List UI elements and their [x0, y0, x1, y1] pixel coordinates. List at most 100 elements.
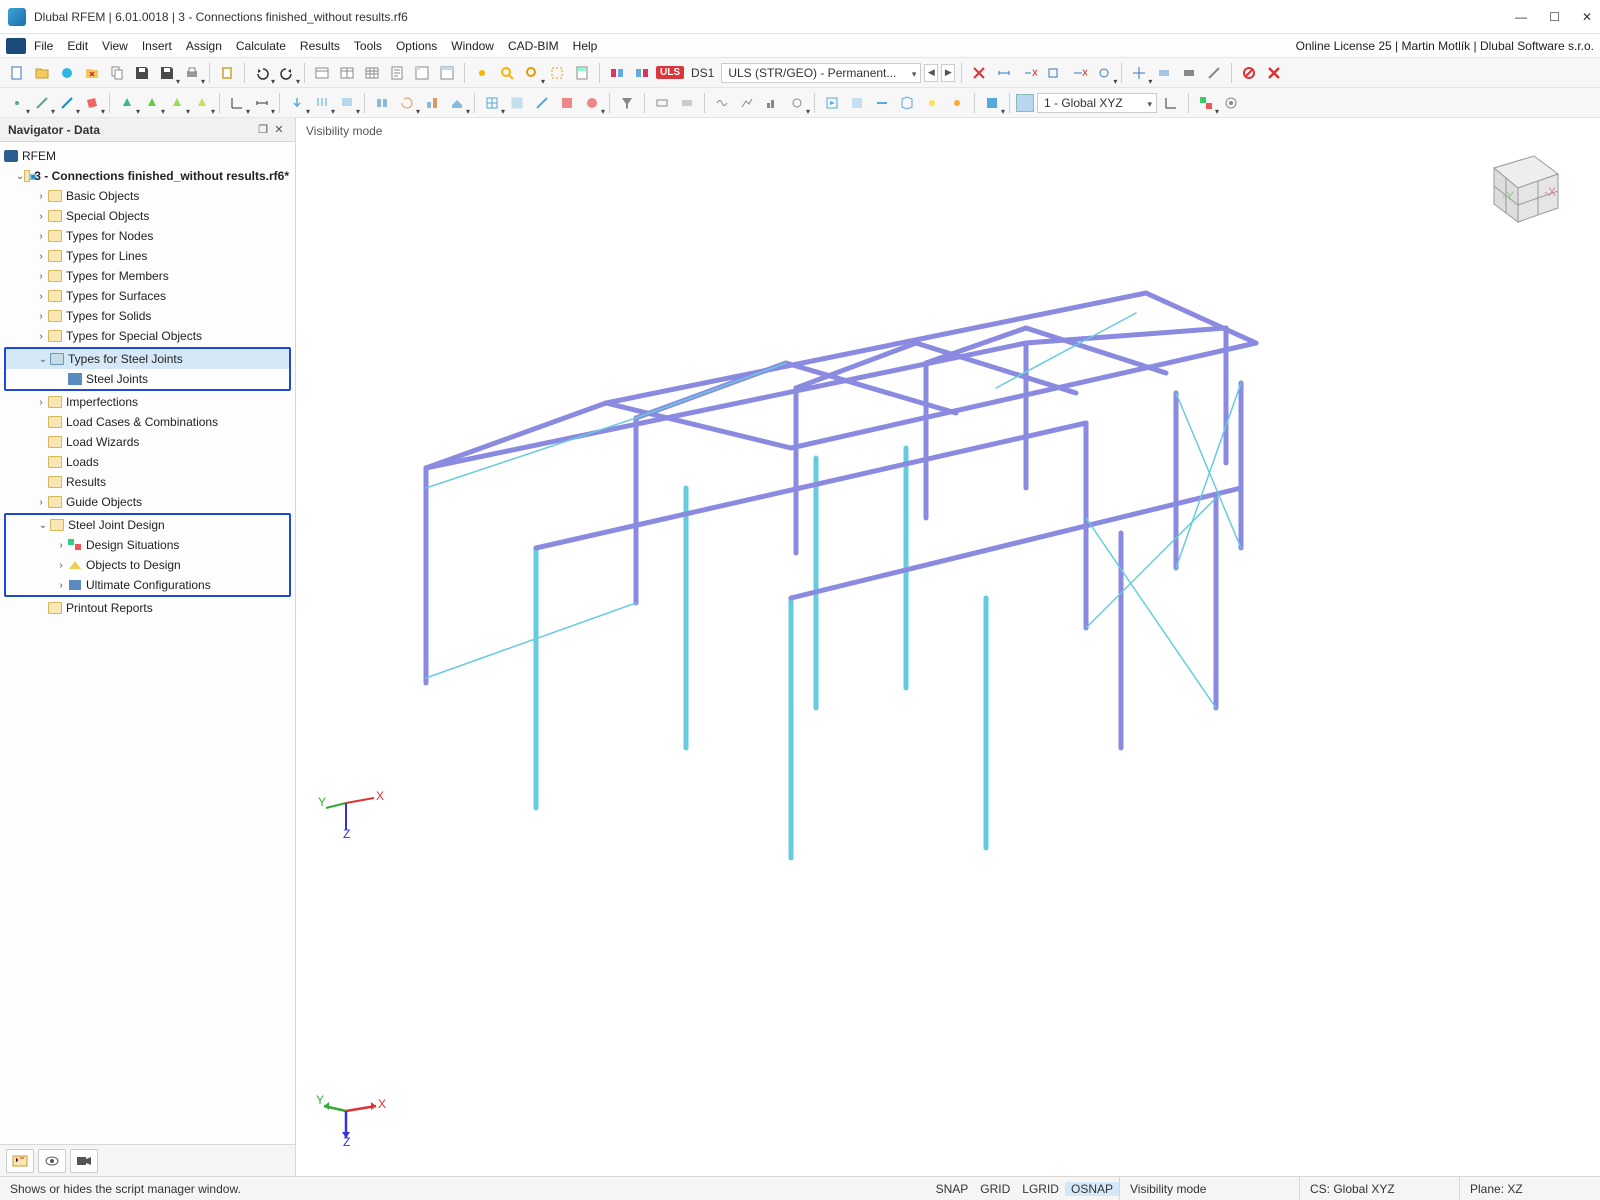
nav-tab-script[interactable]: [6, 1149, 34, 1173]
menu-assign[interactable]: Assign: [186, 39, 222, 53]
fe-1-icon[interactable]: [556, 92, 578, 114]
load-1-icon[interactable]: [286, 92, 308, 114]
support-1-icon[interactable]: [116, 92, 138, 114]
red-x-icon[interactable]: [968, 62, 990, 84]
panel-icon[interactable]: [436, 62, 458, 84]
view-icon-2[interactable]: [676, 92, 698, 114]
delete-obj-icon[interactable]: [1238, 62, 1260, 84]
dim-d-icon[interactable]: x: [1068, 62, 1090, 84]
prev-button[interactable]: ◀: [924, 64, 938, 82]
tree-item[interactable]: ›Types for Special Objects: [0, 326, 295, 346]
table-1-icon[interactable]: [311, 62, 333, 84]
osnap-toggle[interactable]: OSNAP: [1065, 1182, 1119, 1196]
tree-item[interactable]: ›Imperfections: [0, 392, 295, 412]
nav-tab-video[interactable]: [70, 1149, 98, 1173]
navigator-close-icon[interactable]: ✕: [271, 122, 287, 138]
nav-tab-views[interactable]: [38, 1149, 66, 1173]
tree-item[interactable]: ›Types for Solids: [0, 306, 295, 326]
dim-c-icon[interactable]: [1043, 62, 1065, 84]
rotate-icon[interactable]: [396, 92, 418, 114]
menu-tools[interactable]: Tools: [354, 39, 382, 53]
scale-icon[interactable]: [421, 92, 443, 114]
tree-item[interactable]: Results: [0, 472, 295, 492]
tree-ultimate-config[interactable]: › Ultimate Configurations: [6, 575, 289, 595]
render-icon[interactable]: [981, 92, 1003, 114]
cloud-icon[interactable]: [56, 62, 78, 84]
lgrid-toggle[interactable]: LGRID: [1016, 1182, 1065, 1196]
tree-item[interactable]: ›Types for Lines: [0, 246, 295, 266]
tool-x3-icon[interactable]: [1203, 62, 1225, 84]
menu-options[interactable]: Options: [396, 39, 437, 53]
view-icon-1[interactable]: [651, 92, 673, 114]
filter-icon[interactable]: [616, 92, 638, 114]
tree-item[interactable]: ›Guide Objects: [0, 492, 295, 512]
member-add-icon[interactable]: [56, 92, 78, 114]
menu-edit[interactable]: Edit: [67, 39, 88, 53]
settings-icon[interactable]: [1220, 92, 1242, 114]
iso-icon[interactable]: [896, 92, 918, 114]
calculator-icon[interactable]: [571, 62, 593, 84]
tree-file[interactable]: ⌄ ▣ 3 - Connections finished_without res…: [0, 166, 295, 186]
selection-icon[interactable]: [546, 62, 568, 84]
anim-icon[interactable]: [821, 92, 843, 114]
tree-item[interactable]: Load Cases & Combinations: [0, 412, 295, 432]
graph-3-icon[interactable]: [761, 92, 783, 114]
menu-view[interactable]: View: [102, 39, 128, 53]
close-button[interactable]: ✕: [1582, 10, 1592, 24]
light2-icon[interactable]: [946, 92, 968, 114]
line-add-icon[interactable]: [31, 92, 53, 114]
dim-a-icon[interactable]: [993, 62, 1015, 84]
load-combo[interactable]: ULS (STR/GEO) - Permanent...: [721, 63, 921, 83]
save-icon[interactable]: [131, 62, 153, 84]
copy-icon[interactable]: [106, 62, 128, 84]
menu-calculate[interactable]: Calculate: [236, 39, 286, 53]
tool-x1-icon[interactable]: [1153, 62, 1175, 84]
open-file-icon[interactable]: [31, 62, 53, 84]
viewport-3d[interactable]: Visibility mode: [296, 118, 1600, 1176]
mesh-1-icon[interactable]: [481, 92, 503, 114]
magnify-icon[interactable]: [496, 62, 518, 84]
delete-all-icon[interactable]: [1263, 62, 1285, 84]
group-1-icon[interactable]: [606, 62, 628, 84]
tree-steel-joint-design[interactable]: ⌄ Steel Joint Design: [6, 515, 289, 535]
snap-toggle[interactable]: SNAP: [930, 1182, 975, 1196]
menu-insert[interactable]: Insert: [142, 39, 172, 53]
tree-item[interactable]: ›Types for Nodes: [0, 226, 295, 246]
report-icon[interactable]: [386, 62, 408, 84]
tree-steel-joints[interactable]: Steel Joints: [6, 369, 289, 389]
undo-icon[interactable]: [251, 62, 273, 84]
menu-window[interactable]: Window: [451, 39, 494, 53]
dim-tool-icon[interactable]: [251, 92, 273, 114]
axis-icon[interactable]: [1160, 92, 1182, 114]
support-3-icon[interactable]: [166, 92, 188, 114]
tree-objects-to-design[interactable]: › Objects to Design: [6, 555, 289, 575]
cs-combo[interactable]: 1 - Global XYZ: [1037, 93, 1157, 113]
new-file-icon[interactable]: [6, 62, 28, 84]
menu-file[interactable]: File: [34, 39, 53, 53]
zoom-icon[interactable]: [521, 62, 543, 84]
dim-b-icon[interactable]: x: [1018, 62, 1040, 84]
tool-x2-icon[interactable]: [1178, 62, 1200, 84]
tree-design-situations[interactable]: › Design Situations: [6, 535, 289, 555]
node-add-icon[interactable]: [6, 92, 28, 114]
mesh-2-icon[interactable]: [506, 92, 528, 114]
extrude-icon[interactable]: [446, 92, 468, 114]
mirror-icon[interactable]: [371, 92, 393, 114]
tree-item[interactable]: ›Basic Objects: [0, 186, 295, 206]
grid-toggle[interactable]: GRID: [974, 1182, 1016, 1196]
menu-help[interactable]: Help: [573, 39, 598, 53]
load-2-icon[interactable]: [311, 92, 333, 114]
minimize-button[interactable]: —: [1515, 10, 1527, 24]
support-2-icon[interactable]: [141, 92, 163, 114]
tree-printout-reports[interactable]: Printout Reports: [0, 598, 295, 618]
group-2-icon[interactable]: [631, 62, 653, 84]
fe-2-icon[interactable]: [581, 92, 603, 114]
tree-item[interactable]: ›Types for Members: [0, 266, 295, 286]
tree-types-steel-joints[interactable]: ⌄ Types for Steel Joints: [6, 349, 289, 369]
node-tool-icon[interactable]: [471, 62, 493, 84]
save-as-icon[interactable]: [156, 62, 178, 84]
spreadsheet-icon[interactable]: [411, 62, 433, 84]
tree-root[interactable]: RFEM: [0, 146, 295, 166]
coord-tool-icon[interactable]: [226, 92, 248, 114]
table-2-icon[interactable]: [336, 62, 358, 84]
